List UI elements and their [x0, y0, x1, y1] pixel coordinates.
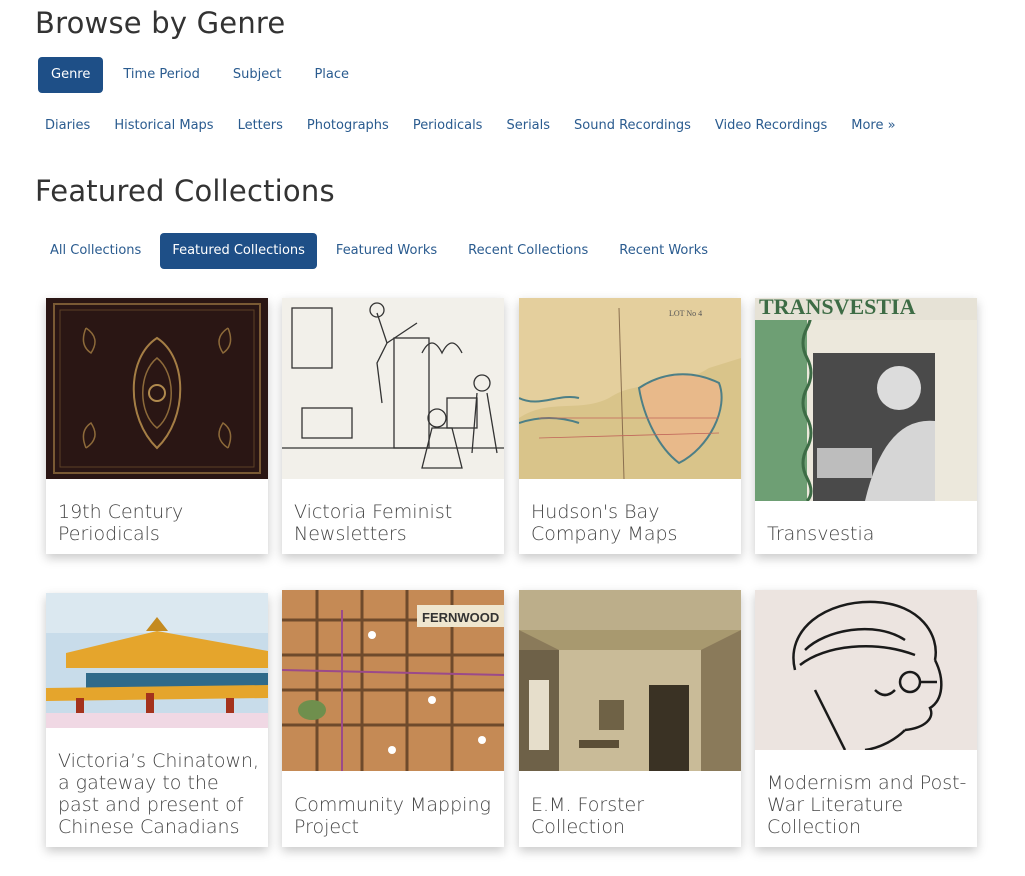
collection-title: Victoria Feminist Newsletters [294, 501, 453, 545]
collection-card[interactable]: TRANSVESTIA Transvestia [755, 298, 977, 554]
tab-recent-collections[interactable]: Recent Collections [456, 233, 600, 269]
tab-place[interactable]: Place [301, 57, 362, 93]
collection-thumbnail: TRANSVESTIA [755, 298, 977, 501]
genre-link-video-recordings[interactable]: Video Recordings [715, 118, 827, 133]
collection-title: Community Mapping Project [294, 794, 491, 838]
collection-thumbnail: LOT No 4 [519, 298, 741, 479]
svg-text:TRANSVESTIA: TRANSVESTIA [759, 298, 916, 319]
featured-heading: Featured Collections [35, 174, 335, 208]
genre-link-diaries[interactable]: Diaries [45, 118, 90, 133]
collection-card[interactable]: Victoria Feminist Newsletters [282, 298, 504, 554]
collection-title: Modernism and Post-War Literature Collec… [767, 772, 967, 838]
collection-thumbnail [46, 593, 268, 728]
collection-thumbnail [755, 590, 977, 750]
collection-title: 19th Century Periodicals [58, 501, 184, 545]
collection-thumbnail [282, 298, 504, 479]
collection-title: E.M. Forster Collection [531, 794, 645, 838]
svg-text:FERNWOOD: FERNWOOD [422, 610, 499, 625]
collection-thumbnail: FERNWOOD [282, 590, 504, 771]
collection-tabs: All Collections Featured Collections Fea… [38, 233, 727, 269]
browse-heading: Browse by Genre [35, 6, 286, 40]
genre-list: Diaries Historical Maps Letters Photogra… [45, 118, 920, 133]
genre-link-serials[interactable]: Serials [506, 118, 550, 133]
collection-card[interactable]: LOT No 4 Hudson's Bay Company Maps [519, 298, 741, 554]
collection-thumbnail [519, 590, 741, 771]
collection-card[interactable]: E.M. Forster Collection [519, 590, 741, 847]
collection-card[interactable]: FERNWOOD Community Mapping Project [282, 590, 504, 847]
tab-featured-collections[interactable]: Featured Collections [160, 233, 317, 269]
tab-subject[interactable]: Subject [220, 57, 295, 93]
collection-card[interactable]: Modernism and Post-War Literature Collec… [755, 590, 977, 847]
genre-link-sound-recordings[interactable]: Sound Recordings [574, 118, 691, 133]
genre-link-historical-maps[interactable]: Historical Maps [114, 118, 213, 133]
collection-card[interactable]: Victoria’s Chinatown, a gateway to the p… [46, 593, 268, 847]
genre-link-periodicals[interactable]: Periodicals [413, 118, 483, 133]
genre-link-letters[interactable]: Letters [238, 118, 283, 133]
tab-genre[interactable]: Genre [38, 57, 104, 93]
tab-featured-works[interactable]: Featured Works [324, 233, 449, 269]
collection-title: Transvestia [767, 523, 875, 545]
svg-text:LOT No 4: LOT No 4 [669, 309, 702, 318]
collection-thumbnail [46, 298, 268, 479]
collection-title: Victoria’s Chinatown, a gateway to the p… [58, 750, 260, 838]
collection-title: Hudson's Bay Company Maps [531, 501, 678, 545]
tab-recent-works[interactable]: Recent Works [607, 233, 720, 269]
collection-card[interactable]: 19th Century Periodicals [46, 298, 268, 554]
browse-tabs: Genre Time Period Subject Place [38, 57, 369, 93]
genre-link-more[interactable]: More » [851, 118, 895, 133]
tab-all-collections[interactable]: All Collections [38, 233, 153, 269]
genre-link-photographs[interactable]: Photographs [307, 118, 389, 133]
tab-time-period[interactable]: Time Period [110, 57, 212, 93]
